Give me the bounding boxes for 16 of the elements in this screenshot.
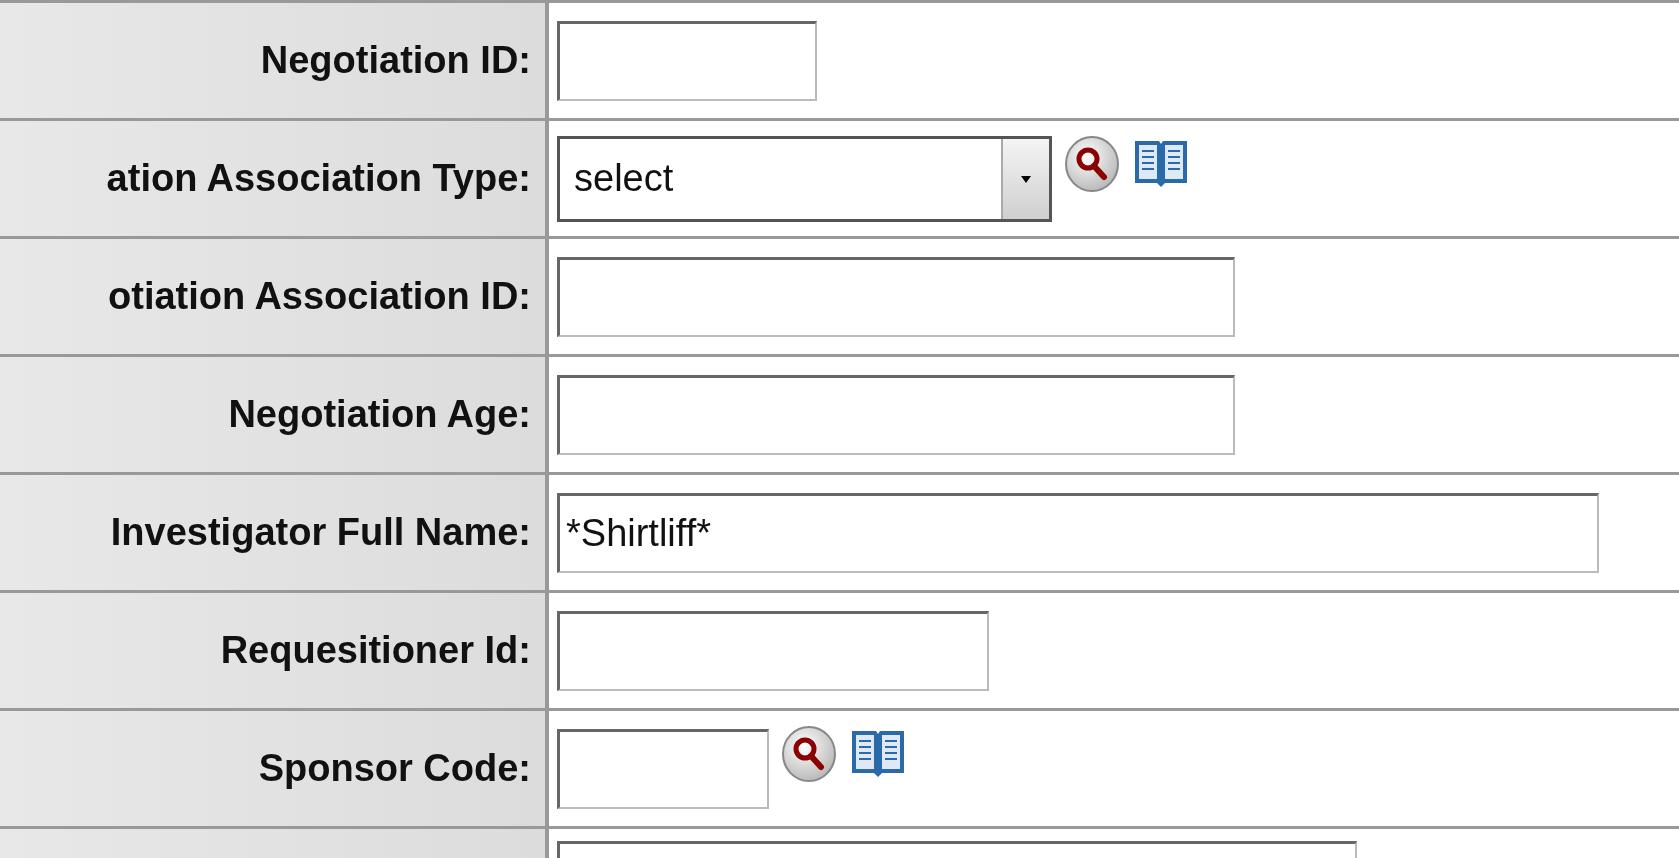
field-label: otiation Association ID: [108,275,531,318]
search-icon[interactable] [781,725,837,783]
text-field[interactable] [557,374,1235,455]
text-field[interactable] [557,728,769,809]
field-label: ation Association Type: [106,157,531,200]
text-field[interactable]: *Shirtliff* [557,492,1599,573]
field-label: Negotiation ID: [260,39,531,82]
field-label: Investigator Full Name: [110,511,531,554]
field-label: Sponsor Code: [258,747,531,790]
search-icon[interactable] [1064,135,1120,193]
text-field[interactable] [557,20,817,101]
select-dropdown[interactable]: select [557,135,1052,222]
text-field[interactable] [557,610,989,691]
field-label: Negotiation Age: [228,393,531,436]
text-field[interactable] [557,256,1235,337]
field-label: Requesitioner Id: [220,629,531,672]
